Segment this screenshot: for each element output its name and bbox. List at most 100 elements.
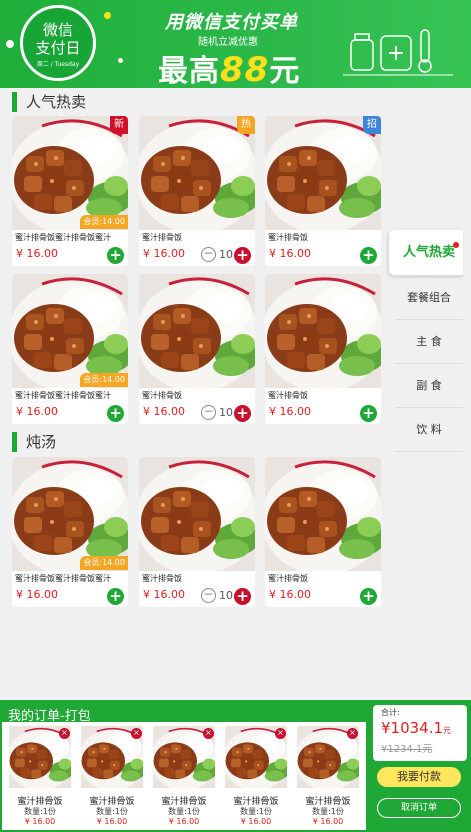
- nav-item-drinks[interactable]: 饮 料: [395, 408, 463, 452]
- order-item: × 蜜汁排骨饭 数量:1份 ¥ 16.00: [78, 726, 146, 828]
- product-image: [139, 457, 255, 575]
- promo-banner[interactable]: 微信 支付日 周二 / Tuesday 用微信支付买单 随机立减优惠 最高88元: [0, 0, 471, 88]
- pay-button[interactable]: 我要付款: [377, 767, 461, 787]
- decrease-button[interactable]: −: [201, 588, 216, 603]
- product-price: ¥ 16.00: [143, 405, 185, 418]
- remove-item-icon[interactable]: ×: [347, 728, 358, 739]
- product-name: 蜜汁排骨饭: [142, 233, 182, 242]
- product-name: 蜜汁排骨饭蜜汁排骨饭蜜汁: [15, 574, 111, 583]
- original-total: ¥1234.1元: [381, 744, 433, 755]
- order-item: × 蜜汁排骨饭 数量:1份 ¥ 16.00: [6, 726, 74, 828]
- product-tag-badge: 热: [237, 116, 255, 134]
- product-card[interactable]: 蜜汁排骨饭 ¥ 16.00 −10 +: [139, 274, 255, 424]
- product-image: [139, 274, 255, 392]
- add-to-cart-button[interactable]: +: [360, 588, 377, 605]
- product-image: [265, 274, 381, 392]
- product-image: [139, 116, 255, 234]
- product-name: 蜜汁排骨饭: [268, 574, 308, 583]
- order-item-qty: 数量:1份: [168, 807, 200, 816]
- increase-button[interactable]: +: [234, 247, 251, 264]
- product-image: [265, 457, 381, 575]
- product-card[interactable]: 热蜜汁排骨饭 ¥ 16.00 −10 +: [139, 116, 255, 266]
- member-price-badge: 会员:14.00: [80, 373, 128, 387]
- product-name: 蜜汁排骨饭: [142, 574, 182, 583]
- product-image: [12, 116, 128, 234]
- medicine-illustration-icon: [343, 29, 453, 76]
- product-name: 蜜汁排骨饭: [142, 391, 182, 400]
- section-title-soup: 炖汤: [12, 432, 56, 452]
- order-item: × 蜜汁排骨饭 数量:1份 ¥ 16.00: [222, 726, 290, 828]
- add-to-cart-button[interactable]: +: [360, 247, 377, 264]
- product-card[interactable]: 蜜汁排骨饭 ¥ 16.00 +: [265, 274, 381, 424]
- nav-label: 副 食: [416, 379, 442, 392]
- product-card[interactable]: 蜜汁排骨饭 ¥ 16.00 +: [265, 457, 381, 607]
- add-to-cart-button[interactable]: +: [107, 247, 124, 264]
- product-price: ¥ 16.00: [16, 247, 58, 260]
- offer-prefix: 最高: [158, 54, 220, 88]
- product-name: 蜜汁排骨饭蜜汁排骨饭蜜汁: [15, 233, 111, 242]
- quantity-value: 10: [219, 406, 233, 419]
- remove-item-icon[interactable]: ×: [59, 728, 70, 739]
- decor-dot: [6, 40, 14, 48]
- product-card[interactable]: 新会员:14.00 蜜汁排骨饭蜜汁排骨饭蜜汁 ¥ 16.00 +: [12, 116, 128, 266]
- order-item-price: ¥ 16.00: [96, 817, 128, 826]
- order-item-price: ¥ 16.00: [240, 817, 272, 826]
- product-name: 蜜汁排骨饭: [268, 233, 308, 242]
- product-price: ¥ 16.00: [269, 405, 311, 418]
- order-panel: 我的订单-打包 × 蜜汁排骨饭 数量:1份 ¥ 16.00 × 蜜汁排骨饭 数量…: [0, 700, 471, 832]
- order-item: × 蜜汁排骨饭 数量:1份 ¥ 16.00: [294, 726, 362, 828]
- quantity-value: 10: [219, 248, 233, 261]
- product-tag-badge: 新: [110, 116, 128, 134]
- nav-item-side[interactable]: 副 食: [395, 364, 463, 408]
- decrease-button[interactable]: −: [201, 247, 216, 262]
- member-price-badge: 会员:14.00: [80, 215, 128, 229]
- product-image: [265, 116, 381, 234]
- product-name: 蜜汁排骨饭蜜汁排骨饭蜜汁: [15, 391, 111, 400]
- decor-dot: [118, 58, 123, 63]
- offer-number: 88: [220, 50, 270, 88]
- product-image: [12, 457, 128, 575]
- product-price: ¥ 16.00: [16, 588, 58, 601]
- order-item: × 蜜汁排骨饭 数量:1份 ¥ 16.00: [150, 726, 218, 828]
- remove-item-icon[interactable]: ×: [275, 728, 286, 739]
- offer-suffix: 元: [269, 54, 301, 88]
- order-total: 合计: ¥1034.1元 ¥1234.1元: [373, 705, 467, 761]
- order-item-price: ¥ 16.00: [24, 817, 56, 826]
- decrease-button[interactable]: −: [201, 405, 216, 420]
- quantity-value: 10: [219, 589, 233, 602]
- order-item-price: ¥ 16.00: [168, 817, 200, 826]
- member-price-badge: 会员:14.00: [80, 556, 128, 570]
- increase-button[interactable]: +: [234, 405, 251, 422]
- order-items-tray[interactable]: × 蜜汁排骨饭 数量:1份 ¥ 16.00 × 蜜汁排骨饭 数量:1份 ¥ 16…: [2, 722, 366, 830]
- category-sidebar: 人气热卖 套餐组合 主 食 副 食 饮 料: [389, 230, 463, 452]
- total-amount-value: ¥1034.1: [381, 719, 444, 737]
- remove-item-icon[interactable]: ×: [131, 728, 142, 739]
- product-card[interactable]: 会员:14.00 蜜汁排骨饭蜜汁排骨饭蜜汁 ¥ 16.00 +: [12, 274, 128, 424]
- badge-line2: 支付日: [35, 39, 81, 57]
- add-to-cart-button[interactable]: +: [107, 405, 124, 422]
- remove-item-icon[interactable]: ×: [203, 728, 214, 739]
- banner-headline: 用微信支付买单: [165, 12, 298, 33]
- order-item-qty: 数量:1份: [312, 807, 344, 816]
- product-card[interactable]: 蜜汁排骨饭 ¥ 16.00 −10 +: [139, 457, 255, 607]
- product-card[interactable]: 会员:14.00 蜜汁排骨饭蜜汁排骨饭蜜汁 ¥ 16.00 +: [12, 457, 128, 607]
- product-name: 蜜汁排骨饭: [268, 391, 308, 400]
- add-to-cart-button[interactable]: +: [107, 588, 124, 605]
- notification-dot-icon: [453, 242, 459, 248]
- nav-item-main[interactable]: 主 食: [395, 320, 463, 364]
- add-to-cart-button[interactable]: +: [360, 405, 377, 422]
- product-card[interactable]: 招蜜汁排骨饭 ¥ 16.00 +: [265, 116, 381, 266]
- nav-label: 饮 料: [416, 423, 442, 436]
- nav-item-combo[interactable]: 套餐组合: [395, 276, 463, 320]
- increase-button[interactable]: +: [234, 588, 251, 605]
- nav-label: 人气热卖: [402, 245, 455, 260]
- product-tag-badge: 招: [363, 116, 381, 134]
- order-item-qty: 数量:1份: [24, 807, 56, 816]
- cancel-order-button[interactable]: 取消订单: [377, 798, 461, 818]
- product-price: ¥ 16.00: [143, 588, 185, 601]
- nav-label: 主 食: [416, 335, 442, 348]
- banner-offer: 最高88元: [158, 46, 300, 88]
- decor-dot: [104, 12, 111, 19]
- badge-line1: 微信: [42, 21, 73, 39]
- nav-item-popular[interactable]: 人气热卖: [389, 230, 463, 276]
